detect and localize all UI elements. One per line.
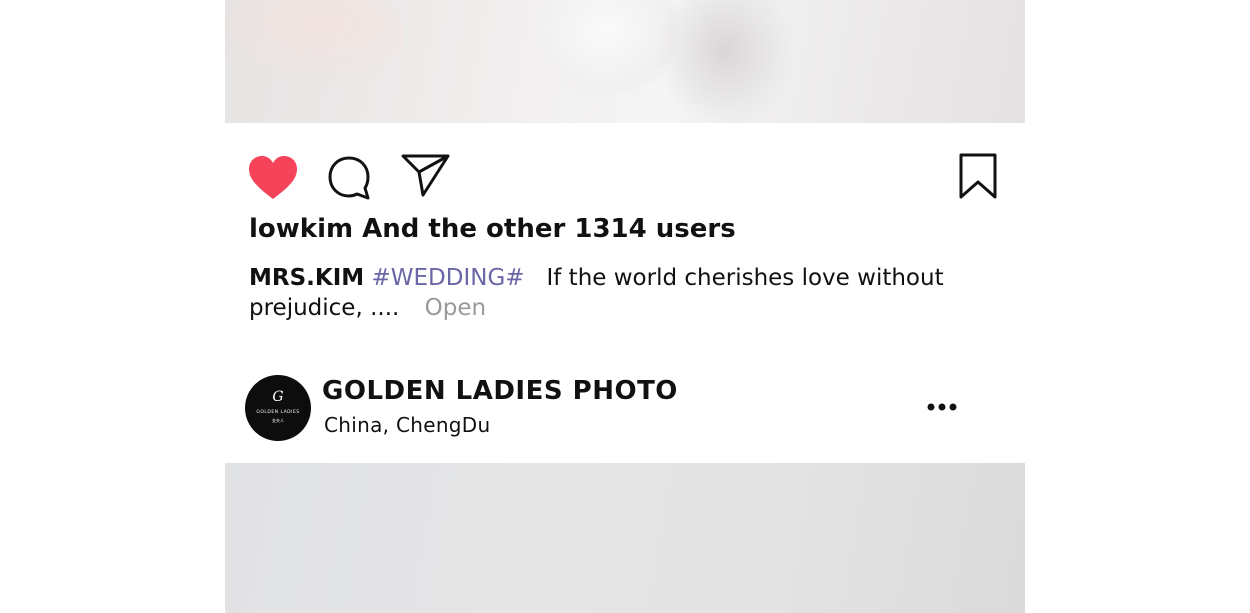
- avatar[interactable]: G GOLDEN LADIES 金夫人: [245, 375, 311, 441]
- location-city: ChengDu: [395, 413, 491, 437]
- next-post-header: G GOLDEN LADIES 金夫人 GOLDEN LADIES PHOTO …: [225, 370, 1025, 450]
- avatar-brand-sub: 金夫人: [272, 418, 284, 423]
- caption-text-line1: If the world cherishes love without: [546, 265, 944, 291]
- account-name[interactable]: GOLDEN LADIES PHOTO: [322, 376, 678, 406]
- photo-detail: [655, 0, 795, 123]
- feed: lowkim And the other 1314 users MRS.KIM …: [225, 0, 1025, 613]
- location-country: China,: [324, 413, 390, 437]
- previous-post-photo[interactable]: [225, 0, 1025, 123]
- avatar-brand: GOLDEN LADIES: [256, 410, 300, 415]
- post-actions-bar: [225, 123, 1025, 213]
- heart-icon[interactable]: [247, 155, 299, 201]
- avatar-monogram: G: [272, 389, 284, 405]
- caption-username[interactable]: MRS.KIM: [249, 265, 364, 291]
- comment-icon[interactable]: [326, 155, 372, 201]
- more-dots-icon[interactable]: [925, 392, 959, 422]
- share-icon[interactable]: [401, 153, 451, 199]
- post-caption: MRS.KIM #WEDDING# If the world cherishes…: [249, 263, 969, 323]
- bookmark-icon[interactable]: [958, 152, 998, 200]
- likes-count[interactable]: lowkim And the other 1314 users: [249, 214, 736, 244]
- photo-detail: [225, 0, 405, 90]
- next-post-photo[interactable]: [225, 463, 1025, 613]
- post-location[interactable]: China, ChengDu: [324, 413, 490, 437]
- caption-open-link[interactable]: Open: [425, 295, 486, 321]
- caption-text-line2: prejudice, ....: [249, 295, 400, 321]
- caption-hashtag[interactable]: #WEDDING#: [371, 265, 524, 291]
